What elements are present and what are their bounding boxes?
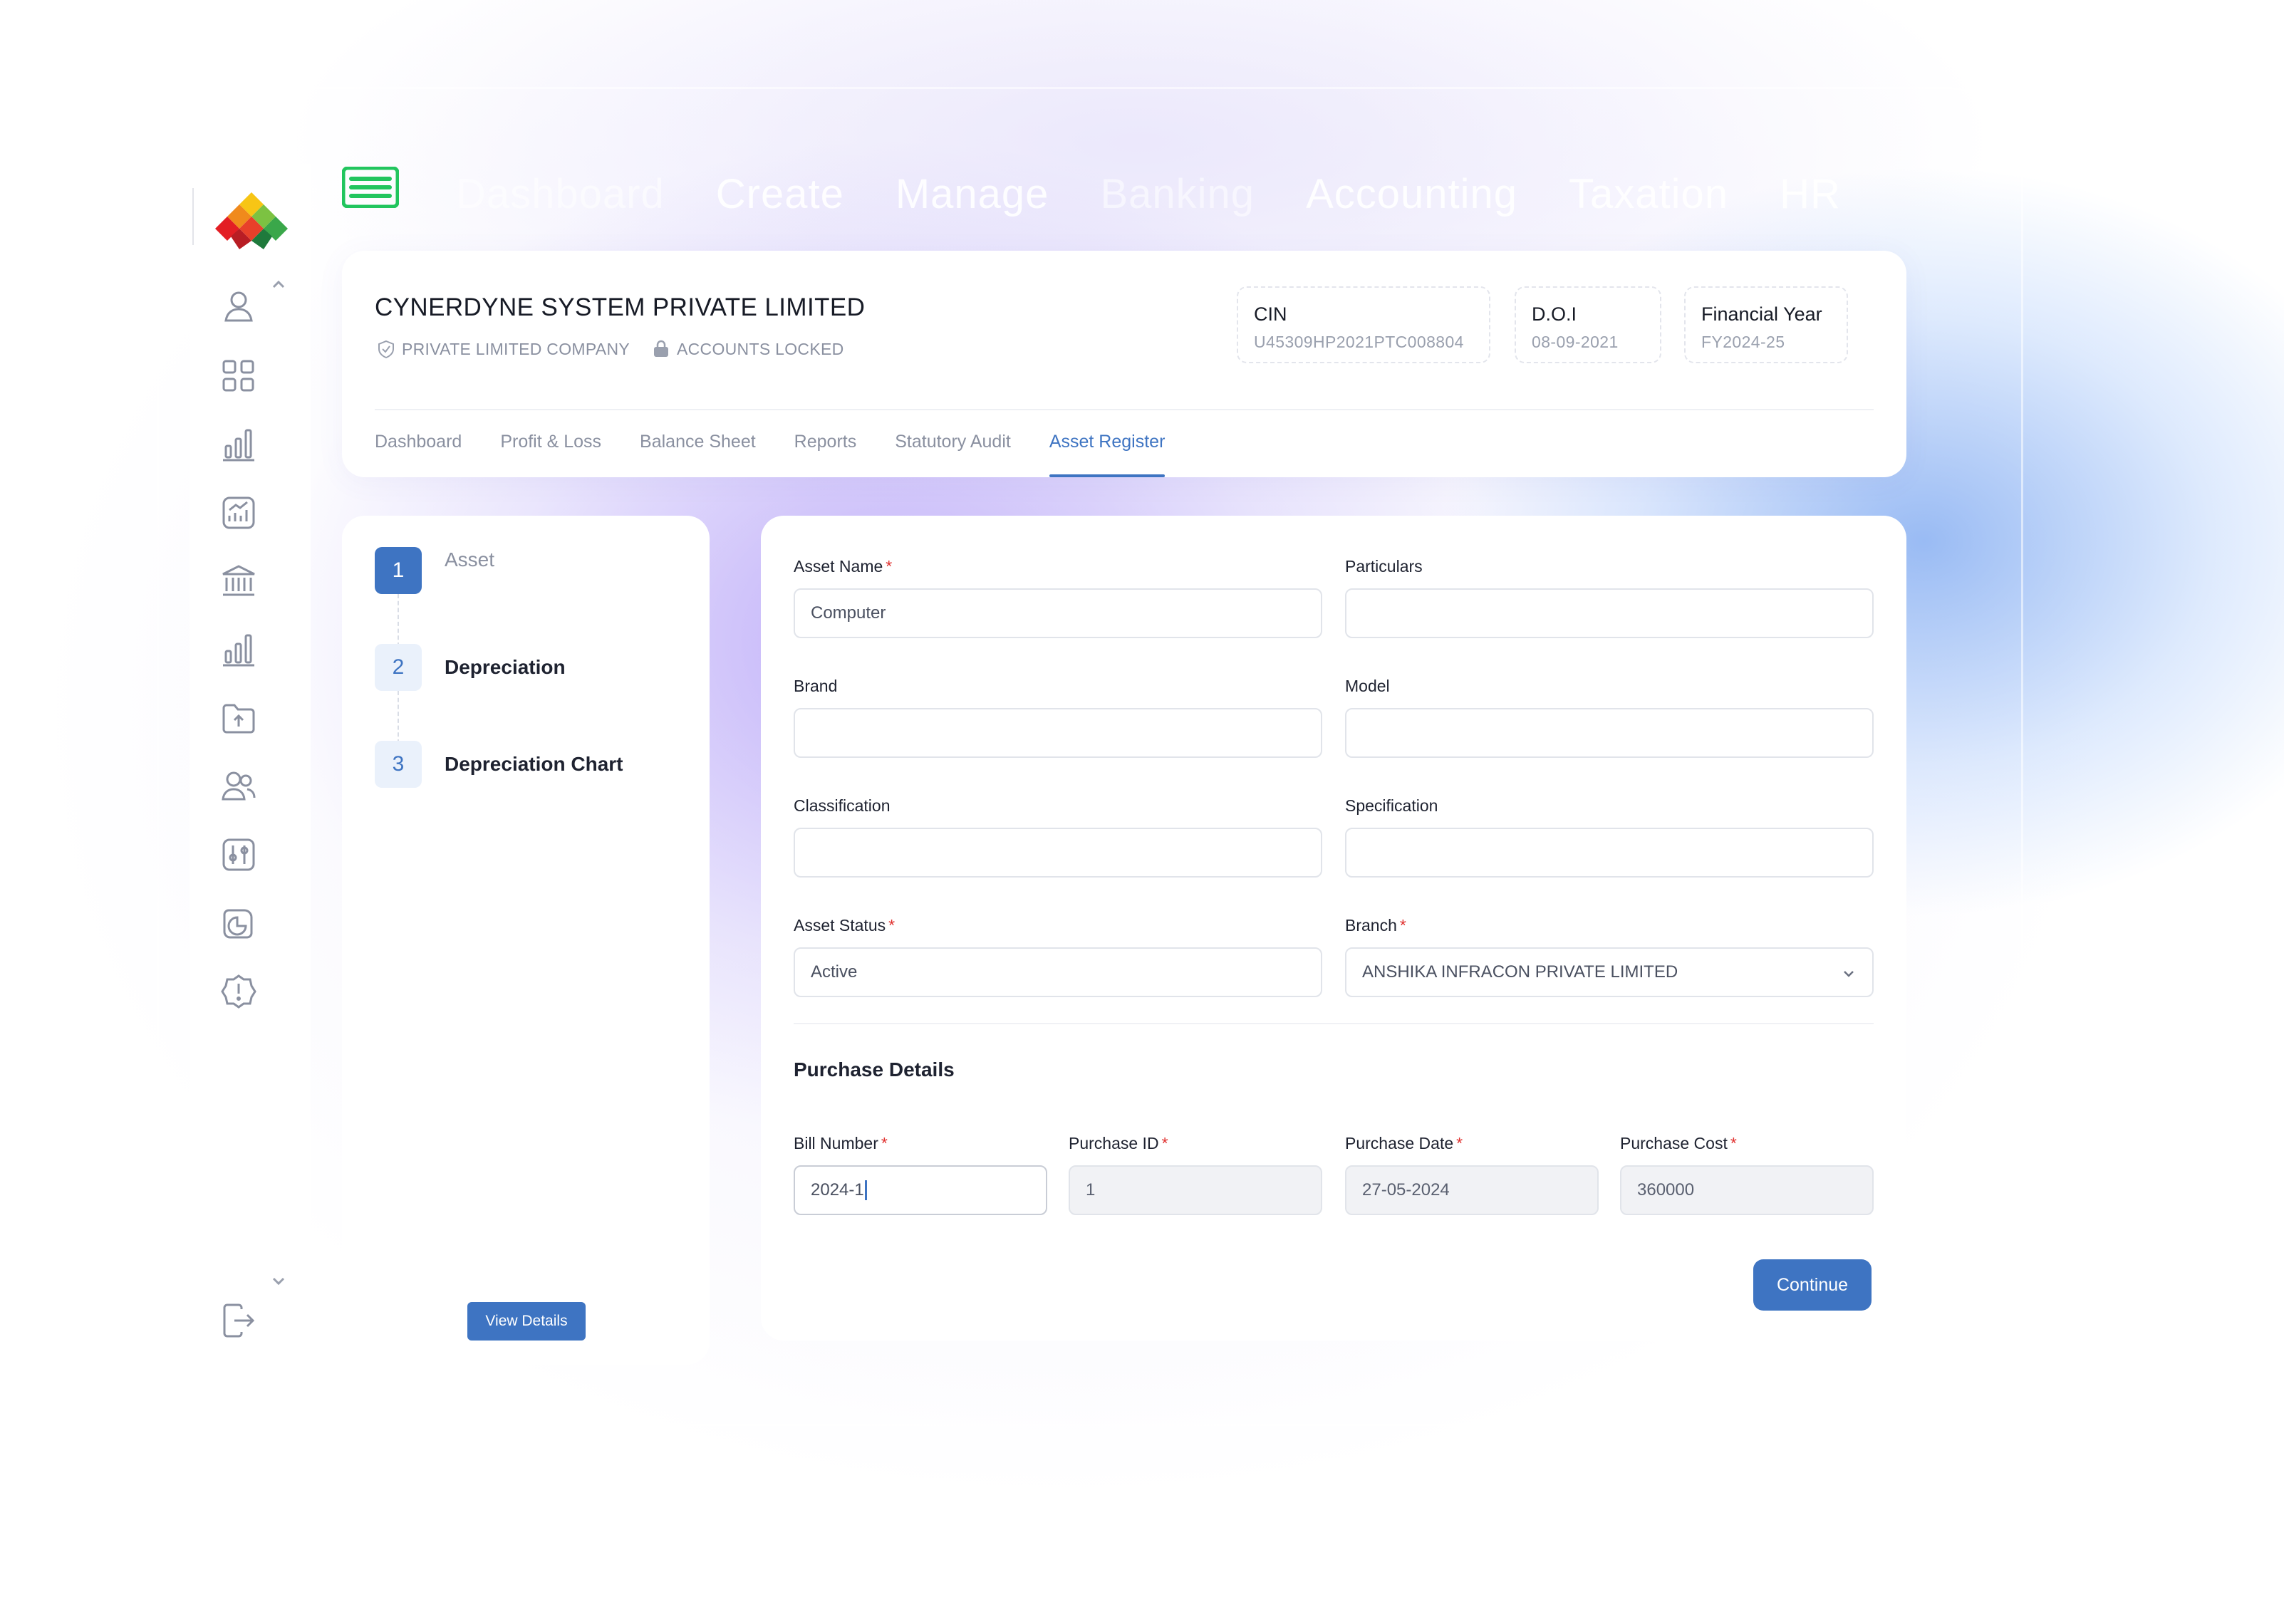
financial-year-box: Financial Year FY2024-25 [1684, 286, 1848, 363]
purchase-date-input[interactable]: 27-05-2024 [1345, 1165, 1599, 1215]
header-divider [375, 409, 1874, 410]
tab-dashboard[interactable]: Dashboard [375, 432, 462, 477]
analytics-icon[interactable] [217, 491, 260, 534]
bar-chart-icon[interactable] [217, 423, 260, 466]
tab-profit-loss[interactable]: Profit & Loss [500, 432, 601, 477]
step-number: 3 [375, 741, 422, 788]
step-number: 1 [375, 547, 422, 594]
purchase-cost-input[interactable]: 360000 [1620, 1165, 1874, 1215]
financial-year-value: FY2024-25 [1701, 333, 1785, 351]
purchase-details-title: Purchase Details [794, 1058, 955, 1081]
purchase-cost-label: Purchase Cost * [1620, 1134, 1737, 1152]
company-name: CYNERDYNE SYSTEM PRIVATE LIMITED [375, 293, 866, 321]
particulars-label: Particulars [1345, 557, 1423, 576]
accounts-status-chip: ACCOUNTS LOCKED [651, 339, 844, 359]
apps-grid-icon[interactable] [217, 355, 260, 397]
doi-value: 08-09-2021 [1532, 333, 1619, 351]
user-icon[interactable] [217, 285, 260, 328]
bill-number-label: Bill Number * [794, 1134, 888, 1152]
purchase-id-input[interactable]: 1 [1069, 1165, 1322, 1215]
step-depreciation[interactable]: 2 Depreciation [375, 644, 566, 691]
company-type: PRIVATE LIMITED COMPANY [402, 339, 630, 358]
step-asset[interactable]: 1 Asset [375, 547, 494, 594]
section-divider [794, 1023, 1874, 1024]
sidebar-edge [192, 188, 194, 245]
asset-form-card: Asset Name * Computer Particulars Brand M… [761, 516, 1906, 1341]
branch-label: Branch * [1345, 916, 1406, 935]
step-label: Asset [445, 548, 495, 571]
alert-badge-icon[interactable] [217, 970, 260, 1013]
purchase-date-label: Purchase Date * [1345, 1134, 1463, 1152]
text-caret [864, 1180, 867, 1200]
chevron-down-icon [1844, 971, 1854, 977]
particulars-input[interactable] [1345, 588, 1874, 638]
step-connector [398, 594, 399, 647]
doi-label: D.O.I [1532, 303, 1577, 325]
step-depreciation-chart[interactable]: 3 Depreciation Chart [375, 741, 623, 788]
top-navigation: Dashboard Create Manage Banking Accounti… [456, 167, 1892, 221]
doi-box: D.O.I 08-09-2021 [1515, 286, 1661, 363]
classification-input[interactable] [794, 828, 1322, 878]
brand-label: Brand [794, 677, 838, 695]
nav-item-dashboard[interactable]: Dashboard [456, 170, 665, 218]
company-meta: PRIVATE LIMITED COMPANY ACCOUNTS LOCKED [376, 339, 866, 359]
company-header-card: CYNERDYNE SYSTEM PRIVATE LIMITED PRIVATE… [342, 251, 1906, 477]
hamburger-menu-icon[interactable] [341, 166, 400, 209]
folder-upload-icon[interactable] [217, 697, 260, 739]
branch-selected-value: ANSHIKA INFRACON PRIVATE LIMITED [1362, 962, 1678, 982]
specification-label: Specification [1345, 796, 1438, 815]
asset-name-input[interactable]: Computer [794, 588, 1322, 638]
bill-number-input[interactable]: 2024-1 [794, 1165, 1047, 1215]
nav-item-hr[interactable]: HR [1780, 170, 1841, 218]
financial-year-label: Financial Year [1701, 303, 1822, 325]
brand-input[interactable] [794, 708, 1322, 758]
company-type-chip: PRIVATE LIMITED COMPANY [376, 339, 630, 359]
continue-button[interactable]: Continue [1753, 1259, 1872, 1311]
bar-chart-icon[interactable] [217, 628, 260, 671]
step-label: Depreciation Chart [445, 753, 623, 775]
pie-chart-icon[interactable] [217, 902, 260, 944]
nav-item-create[interactable]: Create [716, 170, 844, 218]
shield-check-icon [378, 340, 394, 359]
branch-select[interactable]: ANSHIKA INFRACON PRIVATE LIMITED [1345, 947, 1874, 997]
model-input[interactable] [1345, 708, 1874, 758]
lock-icon [654, 340, 668, 357]
nav-item-manage[interactable]: Manage [896, 170, 1049, 218]
specification-input[interactable] [1345, 828, 1874, 878]
nav-item-accounting[interactable]: Accounting [1306, 170, 1517, 218]
tab-bar: Dashboard Profit & Loss Balance Sheet Re… [375, 432, 1203, 477]
cin-box: CIN U45309HP2021PTC008804 [1237, 286, 1490, 363]
tab-statutory-audit[interactable]: Statutory Audit [895, 432, 1011, 477]
users-icon[interactable] [217, 765, 260, 808]
nav-item-taxation[interactable]: Taxation [1569, 170, 1728, 218]
cin-value: U45309HP2021PTC008804 [1254, 333, 1464, 351]
brand-logo[interactable] [214, 191, 289, 251]
cin-label: CIN [1254, 303, 1287, 325]
chevron-up-icon[interactable] [268, 274, 289, 295]
bank-icon[interactable] [217, 560, 260, 603]
model-label: Model [1345, 677, 1390, 695]
view-details-button[interactable]: View Details [467, 1302, 586, 1341]
step-connector [398, 691, 399, 744]
tab-balance-sheet[interactable]: Balance Sheet [640, 432, 756, 477]
asset-name-label: Asset Name * [794, 557, 893, 576]
purchase-id-label: Purchase ID * [1069, 1134, 1168, 1152]
nav-item-banking[interactable]: Banking [1100, 170, 1255, 218]
asset-status-input[interactable]: Active [794, 947, 1322, 997]
classification-label: Classification [794, 796, 891, 815]
accounts-status: ACCOUNTS LOCKED [677, 339, 844, 358]
settings-sliders-icon[interactable] [217, 833, 260, 876]
steps-panel: 1 Asset 2 Depreciation 3 Depreciation Ch… [342, 516, 710, 1365]
tab-asset-register[interactable]: Asset Register [1049, 432, 1165, 477]
asset-status-label: Asset Status * [794, 916, 896, 935]
chevron-down-icon[interactable] [268, 1271, 289, 1292]
tab-reports[interactable]: Reports [794, 432, 857, 477]
step-label: Depreciation [445, 656, 566, 678]
logout-icon[interactable] [217, 1299, 260, 1342]
step-number: 2 [375, 644, 422, 691]
